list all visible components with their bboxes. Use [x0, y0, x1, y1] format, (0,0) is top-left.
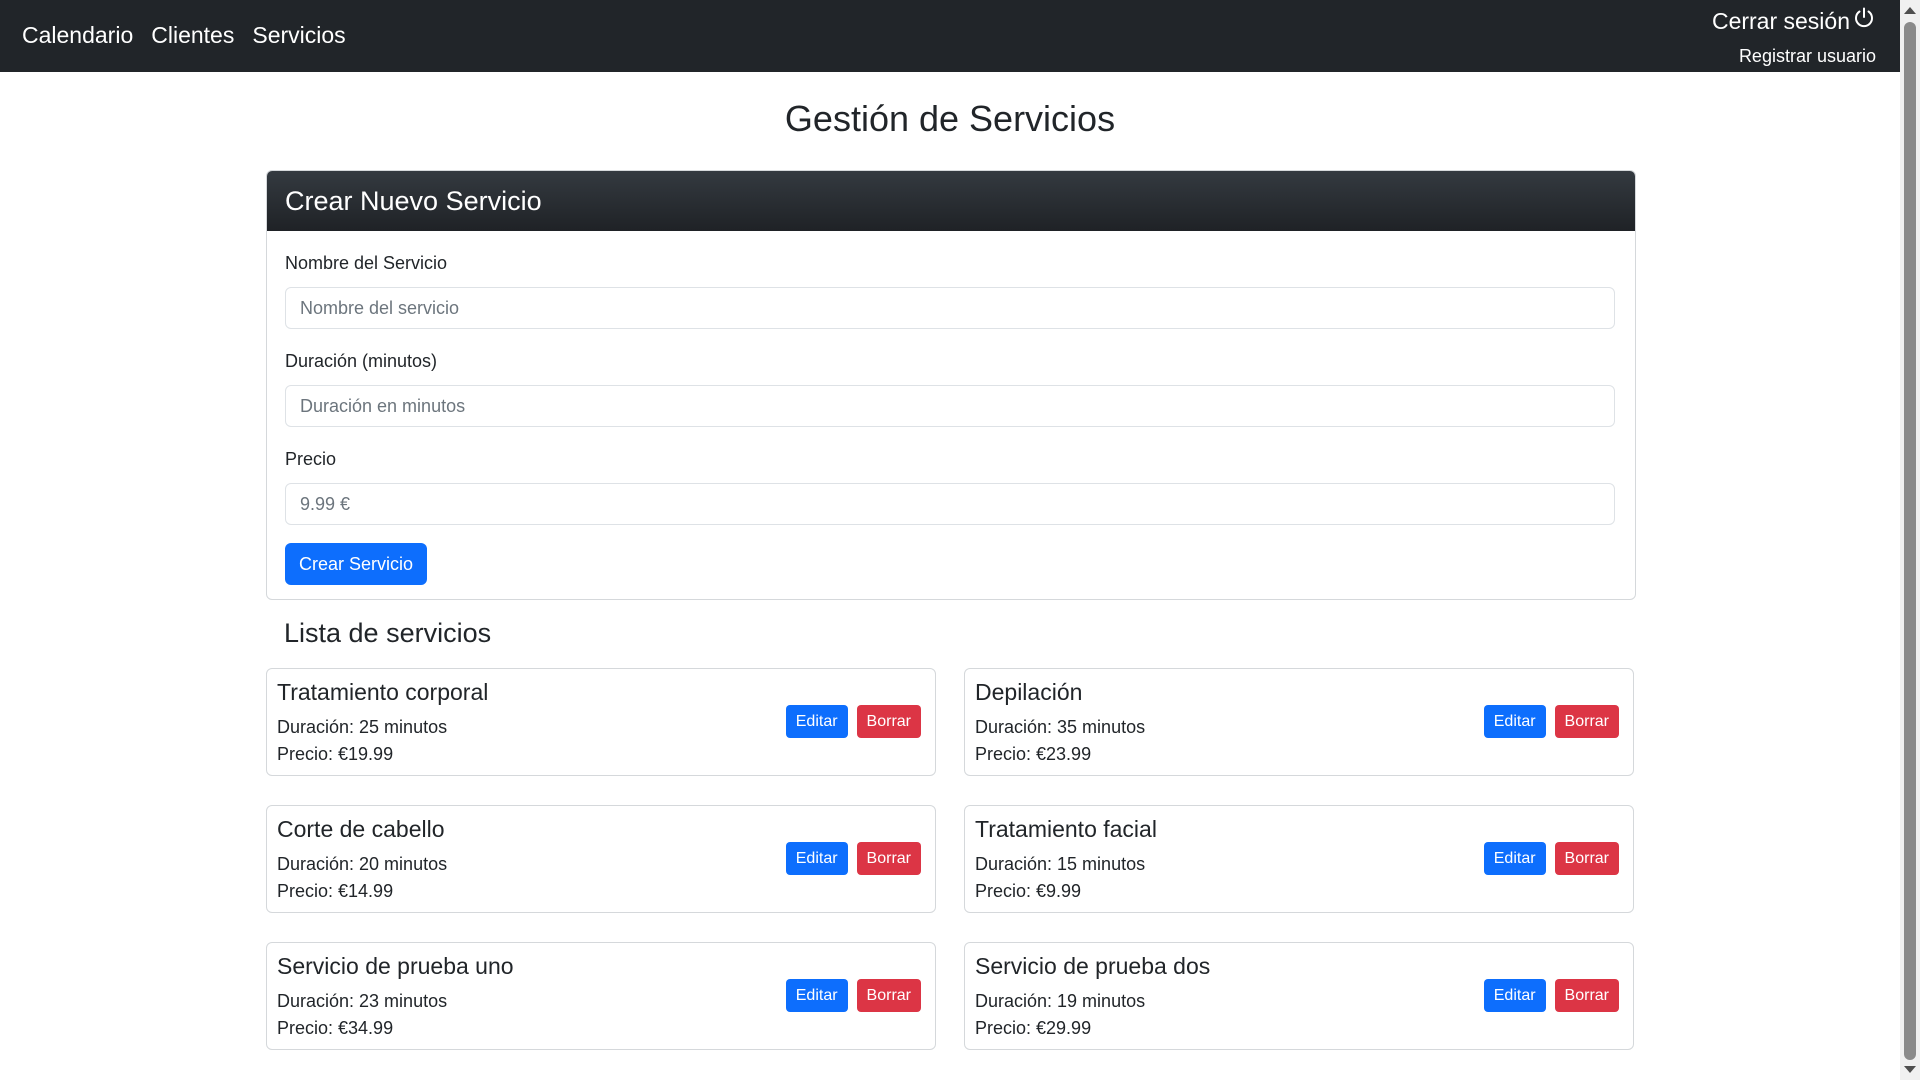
service-duration: Duración: 15 minutos: [975, 854, 1146, 874]
register-user-link[interactable]: Registrar usuario: [1712, 46, 1876, 67]
service-price: Precio: €34.99: [277, 1018, 394, 1038]
service-card: Tratamiento facial Duración: 15 minutos …: [964, 805, 1634, 913]
price-input[interactable]: [285, 483, 1615, 525]
service-card: Depilación Duración: 35 minutos Precio: …: [964, 668, 1634, 776]
scroll-up-icon[interactable]: [1904, 7, 1916, 14]
power-icon: [1852, 6, 1876, 36]
duration-input[interactable]: [285, 385, 1615, 427]
service-duration: Duración: 23 minutos: [277, 991, 448, 1011]
service-card: Servicio de prueba uno Duración: 23 minu…: [266, 942, 936, 1050]
create-service-card: Crear Nuevo Servicio Nombre del Servicio…: [266, 170, 1636, 600]
create-service-button[interactable]: Crear Servicio: [285, 543, 428, 585]
edit-button[interactable]: Editar: [1483, 842, 1546, 875]
service-actions: Editar Borrar: [1483, 705, 1619, 738]
vertical-scrollbar[interactable]: [1900, 0, 1920, 1080]
logout-button[interactable]: Cerrar sesión: [1712, 6, 1876, 36]
service-name: Tratamiento corporal: [277, 679, 489, 705]
delete-button[interactable]: Borrar: [856, 979, 921, 1012]
service-card: Tratamiento corporal Duración: 25 minuto…: [266, 668, 936, 776]
page: Calendario Clientes Servicios Cerrar ses…: [0, 0, 1900, 1080]
nav-link-servicios[interactable]: Servicios: [252, 22, 345, 49]
duration-label: Duración (minutos): [285, 351, 438, 371]
delete-button[interactable]: Borrar: [856, 842, 921, 875]
service-duration: Duración: 19 minutos: [975, 991, 1146, 1011]
service-card: Corte de cabello Duración: 20 minutos Pr…: [266, 805, 936, 913]
scroll-thumb[interactable]: [1904, 22, 1916, 1060]
service-duration: Duración: 25 minutos: [277, 717, 448, 737]
service-price: Precio: €9.99: [975, 881, 1082, 901]
service-price: Precio: €29.99: [975, 1018, 1092, 1038]
delete-button[interactable]: Borrar: [856, 705, 921, 738]
service-price: Precio: €14.99: [277, 881, 394, 901]
service-price: Precio: €23.99: [975, 744, 1092, 764]
service-name-input[interactable]: [285, 287, 1615, 329]
service-duration: Duración: 35 minutos: [975, 717, 1146, 737]
edit-button[interactable]: Editar: [785, 842, 848, 875]
service-actions: Editar Borrar: [785, 705, 921, 738]
create-service-form: Nombre del Servicio Duración (minutos) P…: [267, 253, 1635, 585]
service-price: Precio: €19.99: [277, 744, 394, 764]
delete-button[interactable]: Borrar: [1554, 979, 1619, 1012]
price-label: Precio: [285, 449, 337, 469]
service-actions: Editar Borrar: [1483, 842, 1619, 875]
service-actions: Editar Borrar: [785, 842, 921, 875]
delete-button[interactable]: Borrar: [1554, 842, 1619, 875]
nav-link-clientes[interactable]: Clientes: [151, 22, 234, 49]
edit-button[interactable]: Editar: [785, 979, 848, 1012]
service-name: Servicio de prueba dos: [975, 953, 1211, 979]
service-duration: Duración: 20 minutos: [277, 854, 448, 874]
scroll-down-icon[interactable]: [1904, 1066, 1916, 1073]
create-service-header: Crear Nuevo Servicio: [267, 171, 1635, 231]
nav-link-calendario[interactable]: Calendario: [22, 22, 133, 49]
service-name: Corte de cabello: [277, 816, 445, 842]
service-name: Tratamiento facial: [975, 816, 1157, 842]
edit-button[interactable]: Editar: [785, 705, 848, 738]
service-list-title: Lista de servicios: [284, 618, 492, 648]
service-name-label: Nombre del Servicio: [285, 253, 448, 273]
nav-user-area: Cerrar sesión Registrar usuario: [1712, 6, 1876, 67]
delete-button[interactable]: Borrar: [1554, 705, 1619, 738]
edit-button[interactable]: Editar: [1483, 979, 1546, 1012]
service-name: Servicio de prueba uno: [277, 953, 514, 979]
page-title: Gestión de Servicios: [784, 98, 1116, 139]
navbar: Calendario Clientes Servicios Cerrar ses…: [0, 0, 1900, 72]
logout-label: Cerrar sesión: [1711, 7, 1850, 34]
nav-links: Calendario Clientes Servicios: [22, 22, 346, 49]
service-actions: Editar Borrar: [785, 979, 921, 1012]
service-name: Depilación: [975, 679, 1083, 705]
service-actions: Editar Borrar: [1483, 979, 1619, 1012]
service-card: Servicio de prueba dos Duración: 19 minu…: [964, 942, 1634, 1050]
edit-button[interactable]: Editar: [1483, 705, 1546, 738]
